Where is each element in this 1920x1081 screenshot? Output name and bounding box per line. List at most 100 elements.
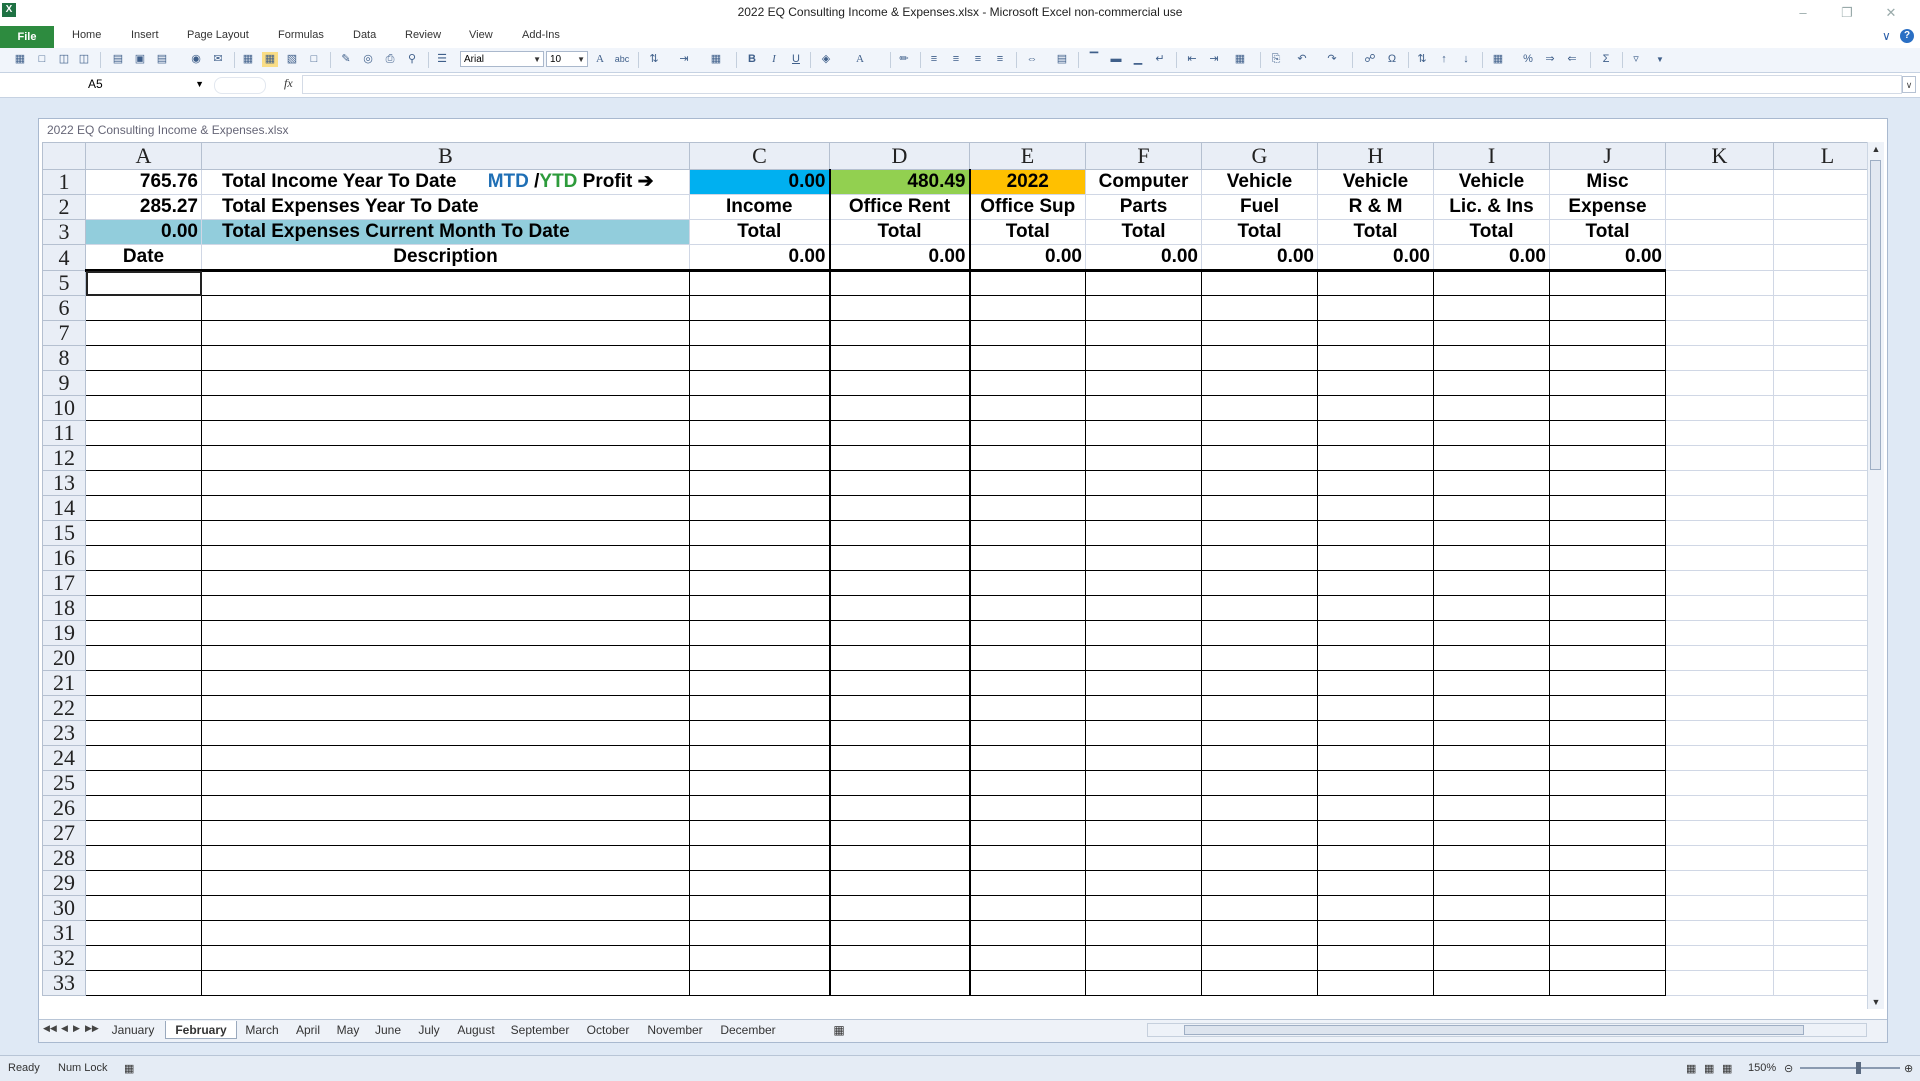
cell-g19[interactable] bbox=[1201, 620, 1318, 646]
cell-e16[interactable] bbox=[969, 545, 1086, 571]
cell-k7[interactable] bbox=[1665, 320, 1774, 346]
cell-c33[interactable] bbox=[689, 970, 831, 996]
cell-e5[interactable] bbox=[969, 270, 1086, 296]
cell-k21[interactable] bbox=[1665, 670, 1774, 696]
cell-i3[interactable]: Total bbox=[1433, 219, 1550, 245]
cell-k3[interactable] bbox=[1665, 219, 1774, 245]
cell-i13[interactable] bbox=[1433, 470, 1550, 496]
cell-e13[interactable] bbox=[969, 470, 1086, 496]
cell-e7[interactable] bbox=[969, 320, 1086, 346]
row-header[interactable]: 28 bbox=[42, 845, 86, 871]
cell-b32[interactable] bbox=[201, 945, 690, 971]
cell-j13[interactable] bbox=[1549, 470, 1666, 496]
row-header[interactable]: 33 bbox=[42, 970, 86, 996]
cell-j14[interactable] bbox=[1549, 495, 1666, 521]
row-header[interactable]: 15 bbox=[42, 520, 86, 546]
col-header-e[interactable]: E bbox=[969, 142, 1086, 170]
sort-ascending-icon[interactable]: ↑ bbox=[1436, 52, 1452, 67]
cell-g9[interactable] bbox=[1201, 370, 1318, 396]
borders-icon[interactable]: ▦ bbox=[708, 52, 724, 67]
sheet-tab-march[interactable]: March bbox=[237, 1021, 287, 1039]
cell-g11[interactable] bbox=[1201, 420, 1318, 446]
cell-f22[interactable] bbox=[1085, 695, 1202, 721]
cell-g22[interactable] bbox=[1201, 695, 1318, 721]
cell-c19[interactable] bbox=[689, 620, 831, 646]
cell-d1[interactable]: 480.49 bbox=[829, 169, 971, 195]
cell-b1[interactable]: Total Income Year To Date MTD /YTD Profi… bbox=[201, 169, 690, 195]
cell-d11[interactable] bbox=[829, 420, 971, 446]
file-tab[interactable]: File bbox=[0, 26, 54, 48]
row-header[interactable]: 1 bbox=[42, 169, 86, 195]
font-name-select[interactable]: Arial ▼ bbox=[460, 51, 544, 67]
cell-b28[interactable] bbox=[201, 845, 690, 871]
cell-e15[interactable] bbox=[969, 520, 1086, 546]
cell-c22[interactable] bbox=[689, 695, 831, 721]
name-box[interactable]: A5 ▼ bbox=[2, 75, 210, 94]
cell-d22[interactable] bbox=[829, 695, 971, 721]
cell-c30[interactable] bbox=[689, 895, 831, 921]
cell-f20[interactable] bbox=[1085, 645, 1202, 671]
cell-c32[interactable] bbox=[689, 945, 831, 971]
cell-d8[interactable] bbox=[829, 345, 971, 371]
cell-i30[interactable] bbox=[1433, 895, 1550, 921]
increase-decimal-icon[interactable]: ⇒ bbox=[1542, 52, 1558, 67]
symbol-icon[interactable]: Ω bbox=[1384, 52, 1400, 67]
cell-b31[interactable] bbox=[201, 920, 690, 946]
cell-e27[interactable] bbox=[969, 820, 1086, 846]
cell-a10[interactable] bbox=[85, 395, 202, 421]
cell-a3[interactable]: 0.00 bbox=[85, 219, 202, 245]
cell-f13[interactable] bbox=[1085, 470, 1202, 496]
cell-h12[interactable] bbox=[1317, 445, 1434, 471]
cell-d26[interactable] bbox=[829, 795, 971, 821]
cell-b23[interactable] bbox=[201, 720, 690, 746]
cell-i2[interactable]: Lic. & Ins bbox=[1433, 194, 1550, 220]
cell-f3[interactable]: Total bbox=[1085, 219, 1202, 245]
cell-c27[interactable] bbox=[689, 820, 831, 846]
cell-e33[interactable] bbox=[969, 970, 1086, 996]
minimize-icon[interactable]: – bbox=[1786, 2, 1820, 24]
cell-f31[interactable] bbox=[1085, 920, 1202, 946]
cell-e20[interactable] bbox=[969, 645, 1086, 671]
cell-l5[interactable] bbox=[1773, 270, 1882, 296]
cell-f21[interactable] bbox=[1085, 670, 1202, 696]
cell-k28[interactable] bbox=[1665, 845, 1774, 871]
cell-c15[interactable] bbox=[689, 520, 831, 546]
vertical-scroll-thumb[interactable] bbox=[1870, 160, 1881, 470]
cell-e8[interactable] bbox=[969, 345, 1086, 371]
cell-j26[interactable] bbox=[1549, 795, 1666, 821]
cell-h25[interactable] bbox=[1317, 770, 1434, 796]
cell-k25[interactable] bbox=[1665, 770, 1774, 796]
cell-e25[interactable] bbox=[969, 770, 1086, 796]
indent-icon[interactable]: ⇥ bbox=[676, 52, 692, 67]
cell-g7[interactable] bbox=[1201, 320, 1318, 346]
cell-l21[interactable] bbox=[1773, 670, 1882, 696]
cell-c1[interactable]: 0.00 bbox=[689, 169, 831, 195]
spell-check-icon[interactable]: ✎ bbox=[338, 52, 354, 67]
cell-f26[interactable] bbox=[1085, 795, 1202, 821]
sort-icon[interactable]: ⇅ bbox=[1414, 52, 1430, 67]
cell-l33[interactable] bbox=[1773, 970, 1882, 996]
vertical-scrollbar[interactable]: ▲ ▼ bbox=[1867, 142, 1884, 1009]
cell-e18[interactable] bbox=[969, 595, 1086, 621]
cell-b5[interactable] bbox=[201, 270, 690, 296]
cell-d5[interactable] bbox=[829, 270, 971, 296]
cell-h27[interactable] bbox=[1317, 820, 1434, 846]
row-header[interactable]: 4 bbox=[42, 244, 86, 271]
row-header[interactable]: 24 bbox=[42, 745, 86, 771]
cell-l27[interactable] bbox=[1773, 820, 1882, 846]
autosum-icon[interactable]: Σ bbox=[1598, 52, 1614, 67]
cell-c17[interactable] bbox=[689, 570, 831, 596]
print-icon[interactable]: ⎙ bbox=[382, 52, 398, 67]
cell-d20[interactable] bbox=[829, 645, 971, 671]
bottom-align-icon[interactable]: ▁ bbox=[1130, 52, 1146, 67]
hyperlink-icon[interactable]: ☍ bbox=[1362, 52, 1378, 67]
cell-a12[interactable] bbox=[85, 445, 202, 471]
fullscreen-icon[interactable]: □ bbox=[306, 52, 322, 67]
cell-i10[interactable] bbox=[1433, 395, 1550, 421]
zoom-slider[interactable] bbox=[1800, 1067, 1900, 1069]
cell-g25[interactable] bbox=[1201, 770, 1318, 796]
row-header[interactable]: 26 bbox=[42, 795, 86, 821]
cell-g29[interactable] bbox=[1201, 870, 1318, 896]
cell-j11[interactable] bbox=[1549, 420, 1666, 446]
row-header[interactable]: 27 bbox=[42, 820, 86, 846]
